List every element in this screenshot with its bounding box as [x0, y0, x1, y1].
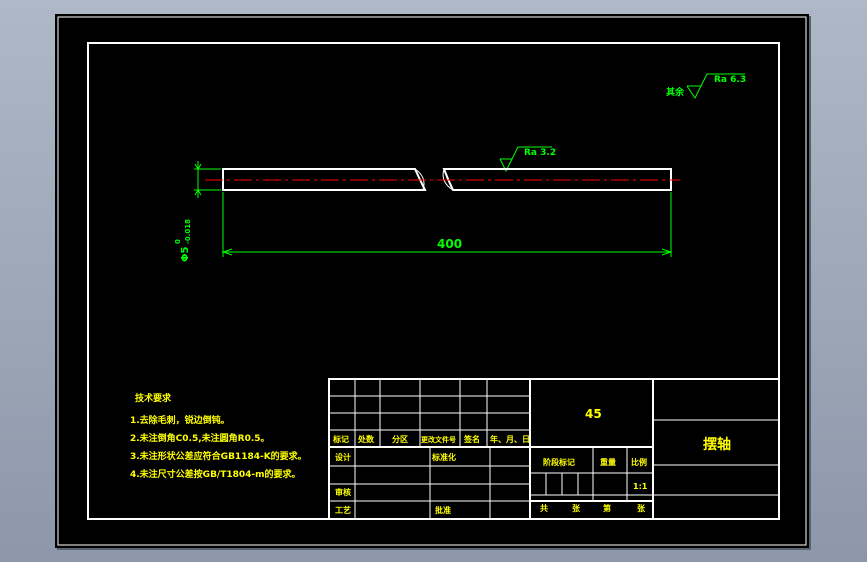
label-process: 工艺	[335, 505, 351, 515]
change-header-date: 年、月、日	[490, 434, 530, 444]
note-item: 2.未注倒角C0.5,未注圆角R0.5。	[130, 432, 270, 444]
tolerance-upper: 0	[174, 239, 182, 244]
roughness-default-value: Ra 6.3	[714, 75, 746, 85]
drawing-sheet: 其余 Ra 6.3 Ra 3.2 Φ5 0 -0.018 400 技术要求 1.…	[55, 14, 809, 548]
note-item: 4.未注尺寸公差按GB/T1804-m的要求。	[130, 468, 301, 480]
diameter-value: Φ5	[180, 246, 191, 262]
label-weight: 重量	[600, 457, 616, 467]
label-scale: 比例	[631, 457, 647, 467]
sheet-zhang-2: 张	[637, 504, 646, 513]
label-review: 审核	[335, 487, 351, 497]
scale-value: 1:1	[633, 482, 648, 491]
cad-viewport[interactable]: 其余 Ra 6.3 Ra 3.2 Φ5 0 -0.018 400 技术要求 1.…	[0, 0, 867, 562]
notes-title: 技术要求	[135, 392, 172, 404]
label-design: 设计	[335, 452, 351, 462]
change-header-fenqu: 分区	[392, 434, 408, 444]
sheet-total: 共	[540, 503, 548, 513]
label-stage-mark: 阶段标记	[543, 457, 575, 467]
change-header-chushu: 处数	[357, 434, 375, 444]
drawing-canvas: 其余 Ra 6.3 Ra 3.2 Φ5 0 -0.018 400 技术要求 1.…	[57, 16, 807, 546]
roughness-surface-value: Ra 3.2	[524, 148, 556, 158]
note-item: 1.去除毛刺，锐边倒钝。	[130, 414, 230, 426]
change-header-sign: 签名	[463, 434, 480, 444]
roughness-default-prefix: 其余	[666, 86, 685, 98]
sheet-di: 第	[603, 503, 611, 513]
sheet-zhang: 张	[572, 504, 581, 513]
change-header-biaoji: 标记	[332, 434, 349, 444]
label-standardize: 标准化	[431, 452, 456, 462]
label-approve: 批准	[435, 505, 451, 515]
tolerance-lower: -0.018	[184, 219, 192, 244]
material-value: 45	[585, 407, 602, 421]
change-header-file: 更改文件号	[421, 435, 456, 444]
note-item: 3.未注形状公差应符合GB1184-K的要求。	[130, 450, 307, 462]
part-name: 摆轴	[703, 436, 731, 453]
length-value: 400	[437, 237, 462, 251]
